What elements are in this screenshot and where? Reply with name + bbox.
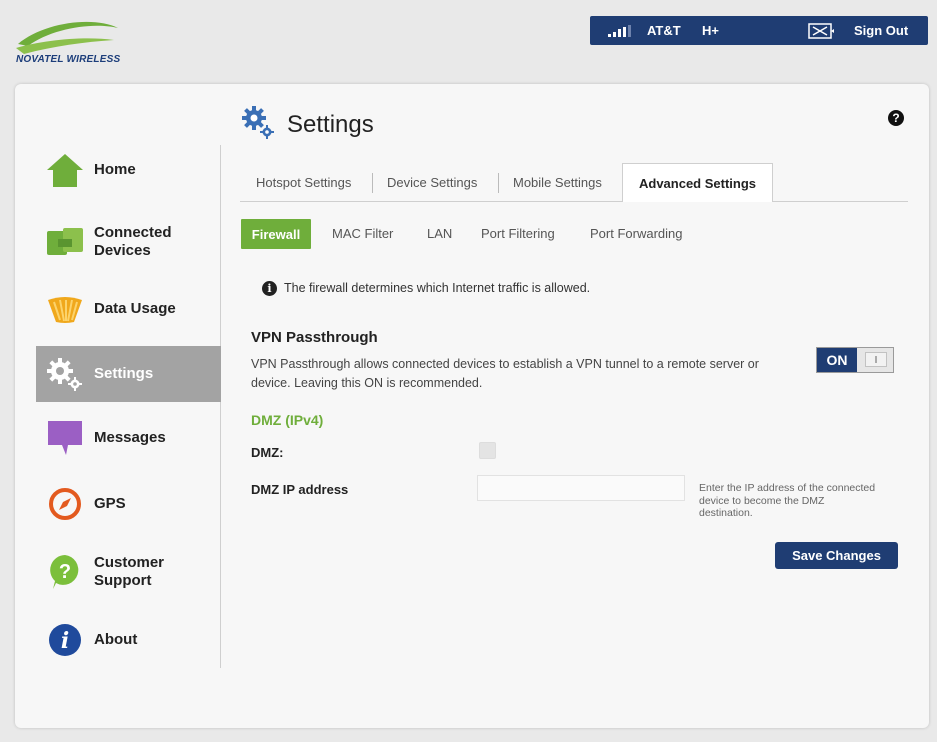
sidebar-item-label: Messages <box>94 429 166 446</box>
logo-swoosh-icon <box>16 21 118 54</box>
dmz-ip-hint: Enter the IP address of the connected de… <box>699 482 876 519</box>
subtab-lan[interactable]: LAN <box>427 226 452 241</box>
subtab-port-forwarding[interactable]: Port Forwarding <box>590 226 682 241</box>
tabs-divider <box>240 201 908 202</box>
settings-title-gear-icon <box>241 105 275 146</box>
subtab-mac-filter[interactable]: MAC Filter <box>332 226 393 241</box>
dmz-ip-input[interactable] <box>477 475 685 501</box>
message-box-icon[interactable] <box>808 23 834 39</box>
sidebar-item-label: Data Usage <box>94 300 176 317</box>
sidebar-item-gps[interactable]: GPS <box>36 484 221 524</box>
sidebar-item-label: Customer Support <box>94 554 165 589</box>
vpn-passthrough-description: VPN Passthrough allows connected devices… <box>251 357 759 390</box>
home-icon <box>44 150 86 190</box>
gear-icon <box>44 354 86 394</box>
data-usage-icon <box>44 289 86 329</box>
sidebar-item-label: Connected Devices <box>94 224 172 259</box>
tab-advanced-settings[interactable]: Advanced Settings <box>622 163 773 202</box>
sidebar-item-home[interactable]: Home <box>36 150 221 190</box>
messages-icon <box>44 418 86 458</box>
sidebar-item-label: Settings <box>94 365 154 382</box>
toggle-on-label: ON <box>817 348 857 372</box>
vpn-passthrough-title: VPN Passthrough <box>251 329 378 346</box>
tab-device-settings[interactable]: Device Settings <box>387 175 477 190</box>
dmz-ip-label: DMZ IP address <box>251 482 349 497</box>
sidebar-item-label: Home <box>94 161 136 178</box>
tab-mobile-settings[interactable]: Mobile Settings <box>513 175 602 190</box>
dmz-label: DMZ: <box>251 445 284 460</box>
signal-bars-icon <box>608 25 631 37</box>
network-type: H+ <box>702 23 719 38</box>
carrier-name: AT&T <box>647 23 681 38</box>
sidebar-item-data-usage[interactable]: Data Usage <box>36 289 221 329</box>
subtab-firewall[interactable]: Firewall <box>241 219 311 249</box>
svg-text:i: i <box>61 628 69 654</box>
compass-icon <box>44 484 86 524</box>
logo-text: NOVATEL WIRELESS <box>16 54 121 65</box>
novatel-logo: NOVATEL WIRELESS <box>14 14 134 74</box>
tab-separator <box>498 173 499 193</box>
sidebar-item-label: GPS <box>94 495 126 512</box>
tab-hotspot-settings[interactable]: Hotspot Settings <box>256 175 351 190</box>
svg-text:?: ? <box>59 561 71 583</box>
firewall-info-text: The firewall determines which Internet t… <box>284 281 591 295</box>
connected-devices-icon <box>44 222 86 262</box>
help-icon[interactable]: ? <box>888 110 904 126</box>
subtab-port-filtering[interactable]: Port Filtering <box>481 226 555 241</box>
save-changes-button[interactable]: Save Changes <box>775 542 898 569</box>
info-icon: i <box>44 620 86 660</box>
sidebar-item-about[interactable]: i About <box>36 620 221 660</box>
sidebar-item-label: About <box>94 631 138 648</box>
support-icon: ? <box>44 552 86 592</box>
vpn-passthrough-toggle[interactable]: ON <box>816 347 894 373</box>
sidebar-item-connected-devices[interactable]: Connected Devices <box>36 222 221 262</box>
status-bar: AT&T H+ Sign Out <box>590 16 928 45</box>
toggle-knob <box>865 352 887 367</box>
dmz-section-title: DMZ (IPv4) <box>251 412 324 428</box>
sidebar-item-customer-support[interactable]: ? Customer Support <box>36 552 221 592</box>
tab-separator <box>372 173 373 193</box>
page-title: Settings <box>287 111 374 138</box>
dmz-checkbox[interactable] <box>479 442 496 459</box>
sign-out-button[interactable]: Sign Out <box>854 23 908 38</box>
sidebar-item-messages[interactable]: Messages <box>36 418 221 458</box>
sidebar-item-settings[interactable]: Settings <box>36 346 221 402</box>
info-circle-icon: i <box>262 281 277 296</box>
